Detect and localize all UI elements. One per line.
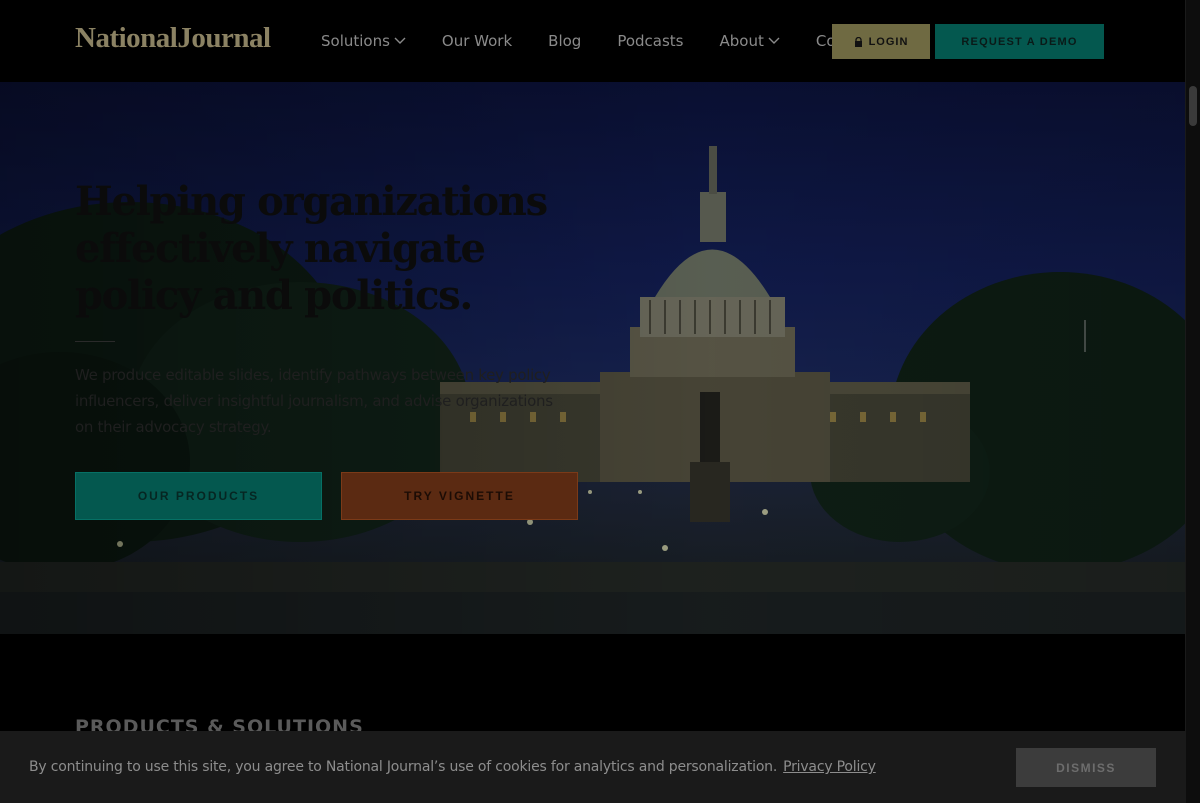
request-demo-button[interactable]: REQUEST A DEMO	[935, 24, 1104, 59]
brand-logo[interactable]: NationalJournal	[75, 22, 271, 55]
login-button[interactable]: LOGIN	[832, 24, 930, 59]
hero-divider	[75, 341, 115, 342]
page: NationalJournal Solutions Our Work Blog …	[0, 0, 1185, 803]
hero-title: Helping organizations effectively naviga…	[75, 178, 548, 319]
main-nav: Solutions Our Work Blog Podcasts About C…	[321, 32, 910, 50]
nav-item-our-work[interactable]: Our Work	[442, 32, 512, 50]
cookie-banner: By continuing to use this site, you agre…	[0, 731, 1185, 803]
scrollbar-thumb[interactable]	[1189, 86, 1197, 126]
site-header: NationalJournal Solutions Our Work Blog …	[0, 0, 1185, 82]
page-scrollbar[interactable]	[1185, 0, 1200, 803]
cookie-message-text: By continuing to use this site, you agre…	[29, 759, 778, 775]
hero-section: Helping organizations effectively naviga…	[0, 82, 1185, 634]
nav-item-label: Solutions	[321, 32, 390, 50]
nav-item-podcasts[interactable]: Podcasts	[617, 32, 683, 50]
hero-description: We produce editable slides, identify pat…	[75, 366, 553, 436]
try-vignette-button[interactable]: TRY VIGNETTE	[341, 472, 578, 520]
lock-icon	[854, 36, 862, 47]
nav-item-label: Our Work	[441, 32, 513, 50]
nav-item-blog[interactable]: Blog	[548, 32, 581, 50]
privacy-policy-link[interactable]: Privacy Policy	[783, 759, 876, 775]
nav-item-solutions[interactable]: Solutions	[321, 32, 406, 50]
hero-overlay	[0, 82, 1185, 634]
dismiss-button[interactable]: DISMISS	[1016, 748, 1156, 787]
nav-item-label: Podcasts	[617, 32, 684, 50]
nav-item-about[interactable]: About	[720, 32, 780, 50]
nav-item-label: About	[719, 32, 764, 50]
chevron-down-icon	[394, 37, 406, 44]
login-label: LOGIN	[868, 35, 909, 48]
nav-item-label: Blog	[548, 32, 582, 50]
our-products-button[interactable]: OUR PRODUCTS	[75, 472, 322, 520]
chevron-down-icon	[768, 37, 780, 44]
cookie-message: By continuing to use this site, you agre…	[29, 759, 876, 775]
